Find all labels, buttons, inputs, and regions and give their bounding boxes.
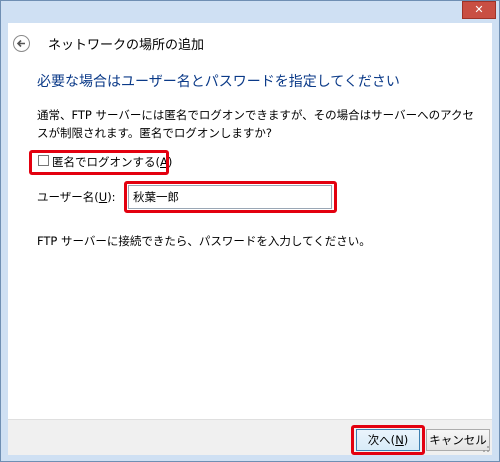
close-icon: ✕: [474, 3, 484, 16]
close-button[interactable]: ✕: [462, 1, 496, 19]
back-arrow-icon: [16, 39, 25, 48]
back-button[interactable]: [13, 35, 30, 52]
resize-grip-icon[interactable]: [480, 443, 490, 453]
info-text: FTP サーバーに接続できたら、パスワードを入力してください。: [37, 234, 371, 248]
username-label: ユーザー名(U):: [37, 190, 116, 204]
highlight-box-anonymous: [29, 150, 169, 175]
highlight-box-username: [124, 181, 337, 213]
wizard-header: ネットワークの場所の追加: [8, 23, 492, 63]
wizard-title: ネットワークの場所の追加: [48, 38, 205, 53]
wizard-content: 必要な場合はユーザー名とパスワードを指定してください 通常、FTP サーバーには…: [8, 63, 492, 419]
wizard-footer: 次へ(N) キャンセル: [8, 419, 492, 455]
description-text: 通常、FTP サーバーには匿名でログオンできますが、その場合はサーバーへのアクセ…: [37, 108, 474, 140]
dialog-window: ✕ ネットワークの場所の追加 必要な場合はユーザー名とパスワードを指定してくださ…: [0, 0, 500, 462]
page-heading: 必要な場合はユーザー名とパスワードを指定してください: [37, 74, 400, 90]
highlight-box-next: [351, 425, 425, 455]
title-bar[interactable]: [1, 1, 499, 9]
